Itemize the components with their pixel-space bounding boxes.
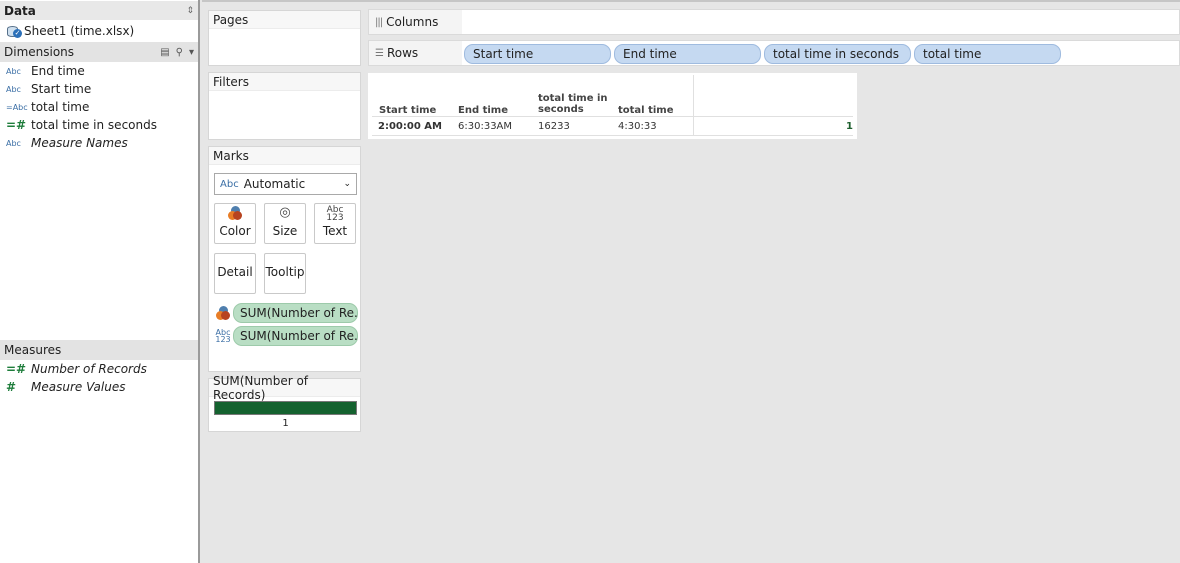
crosstab-view: Start time End time total time in second… [368,73,857,139]
sort-icon[interactable]: ⇕ [186,6,194,16]
calc-number-type-icon: =# [6,118,27,132]
datasource-item[interactable]: ✓ Sheet1 (time.xlsx) [0,20,198,42]
tooltip-button[interactable]: Tooltip [264,253,306,294]
string-type-icon: Abc [6,138,21,148]
row-pill-end-time[interactable]: End time [614,44,761,64]
string-type-icon: Abc [6,66,21,76]
text-mark-row: Abc 123 SUM(Number of Re.. [213,326,358,346]
columns-icon: ||| [375,16,383,28]
marks-card: Marks Abc Automatic ⌄ Color ◎ Size Abc 12… [208,146,361,372]
columns-shelf-label: ||| Columns [369,10,462,34]
cell-total-time-seconds[interactable]: 16233 [538,121,570,132]
mark-type-select[interactable]: Abc Automatic ⌄ [214,173,357,195]
legend-value: 1 [282,418,289,429]
search-icon[interactable]: ⚲ [176,47,183,58]
data-pane-header: Data ⇕ [0,0,198,20]
text-icon: Abc 123 [215,328,231,344]
header-total-time[interactable]: total time [618,105,674,116]
row-divider [372,135,853,136]
pages-card[interactable]: Pages [208,10,361,66]
header-divider [372,116,853,117]
dimension-field[interactable]: Abc Start time [0,80,198,98]
color-measure-pill[interactable]: SUM(Number of Re.. [233,303,358,323]
header-end-time[interactable]: End time [458,105,508,116]
cell-total-time[interactable]: 4:30:33 [618,121,657,132]
measures-header: Measures [0,340,198,360]
measure-field[interactable]: =# Number of Records [0,360,198,378]
dimension-field[interactable]: Abc End time [0,62,198,80]
dimensions-label: Dimensions [4,45,75,59]
dimensions-list: Abc End time Abc Start time =Abc total time… [0,62,198,338]
rows-icon: ☰ [375,47,384,59]
data-pane: Data ⇕ ✓ Sheet1 (time.xlsx) Dimensions ▤… [0,0,200,563]
rows-shelf[interactable]: ☰ Rows Start time End time total time in… [368,40,1180,66]
size-button[interactable]: ◎ Size [264,203,306,244]
pages-title: Pages [209,11,360,29]
color-legend-card: SUM(Number of Records) 1 [208,374,361,432]
calc-string-type-icon: =Abc [6,102,28,112]
view-area: ||| Columns ☰ Rows Start time End time t… [366,0,1180,563]
header-start-time[interactable]: Start time [379,105,436,116]
measures-label: Measures [4,343,62,357]
columns-shelf[interactable]: ||| Columns [368,9,1180,35]
dimension-field[interactable]: Abc Measure Names [0,134,198,152]
legend-title: SUM(Number of Records) [209,374,360,402]
text-mark-icon: Abc [220,178,239,190]
text-measure-pill[interactable]: SUM(Number of Re.. [233,326,358,346]
rows-shelf-label: ☰ Rows [369,41,462,65]
calc-number-type-icon: =# [6,362,27,376]
color-button[interactable]: Color [214,203,256,244]
cell-end-time[interactable]: 6:30:33AM [458,121,512,132]
color-icon [228,206,242,222]
text-button[interactable]: Abc 123 Text [314,203,356,244]
dropdown-icon[interactable]: ▾ [189,47,194,58]
measures-list: =# Number of Records # Measure Values [0,360,198,396]
view-list-icon[interactable]: ▤ [160,47,169,58]
color-mark-row: SUM(Number of Re.. [213,303,358,323]
dimension-field[interactable]: =Abc total time [0,98,198,116]
row-pill-total-time[interactable]: total time [914,44,1061,64]
row-pill-start-time[interactable]: Start time [464,44,611,64]
dimension-field[interactable]: =# total time in seconds [0,116,198,134]
color-icon [213,305,233,321]
string-type-icon: Abc [6,84,21,94]
chevron-down-icon: ⌄ [343,179,351,189]
text-icon: Abc 123 [326,205,344,223]
datasource-name: Sheet1 (time.xlsx) [24,24,135,38]
cell-value[interactable]: 1 [846,121,853,132]
marks-title: Marks [209,147,360,165]
filters-card[interactable]: Filters [208,72,361,140]
measure-field[interactable]: # Measure Values [0,378,198,396]
row-pill-total-time-seconds[interactable]: total time in seconds [764,44,911,64]
datasource-icon: ✓ [6,24,22,38]
dimensions-header: Dimensions ▤ ⚲ ▾ [0,42,198,62]
mark-type-value: Automatic [243,177,306,191]
size-icon: ◎ [279,205,291,220]
legend-color-bar[interactable] [214,401,357,415]
column-divider [693,75,694,136]
detail-button[interactable]: Detail [214,253,256,294]
data-pane-title: Data [4,3,36,18]
cell-start-time[interactable]: 2:00:00 AM [378,121,442,132]
cards-pane: Pages Filters Marks Abc Automatic ⌄ Colo… [202,0,366,563]
number-type-icon: # [6,380,17,394]
header-total-time-seconds[interactable]: total time in seconds [538,93,608,115]
filters-title: Filters [209,73,360,91]
